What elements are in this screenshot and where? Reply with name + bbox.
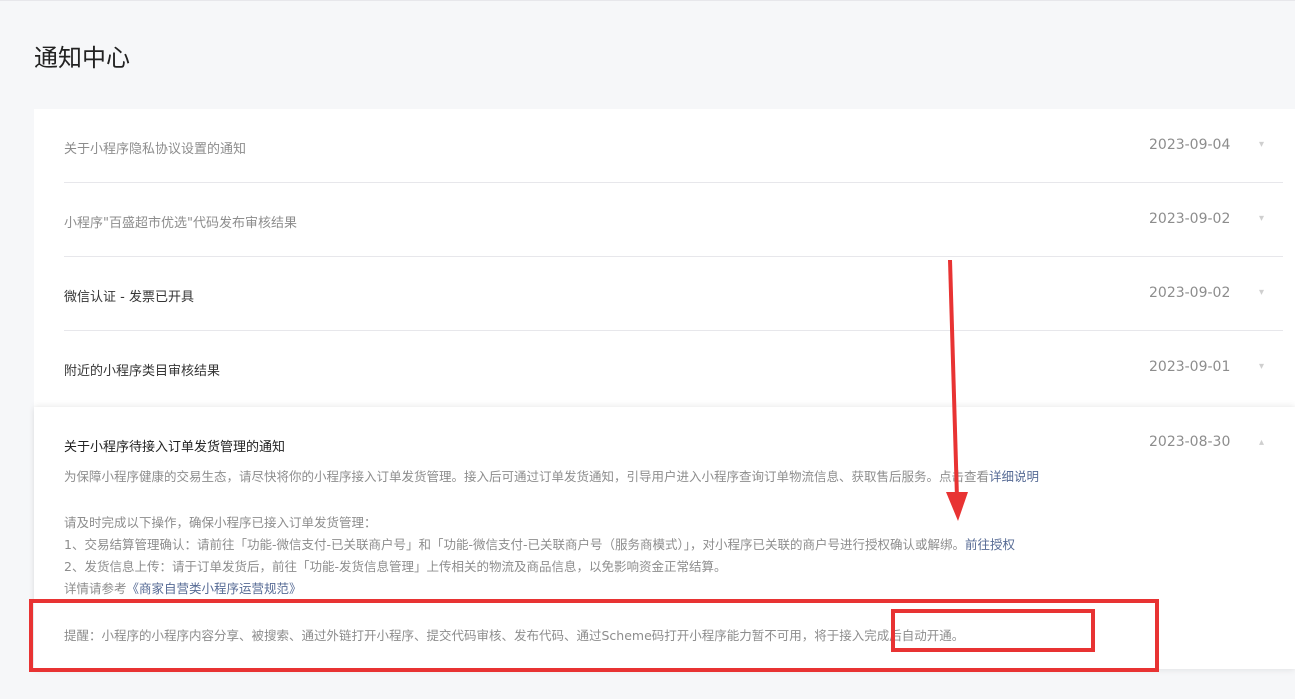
- op1-text: 1、交易结算管理确认：请前往「功能-微信支付-已关联商户号」和「功能-微信支付-…: [64, 537, 965, 552]
- chevron-down-icon[interactable]: ▾: [1259, 288, 1269, 298]
- intro-text: 为保障小程序健康的交易生态，请尽快将你的小程序接入订单发货管理。接入后可通过订单…: [64, 469, 990, 484]
- notice-intro: 为保障小程序健康的交易生态，请尽快将你的小程序接入订单发货管理。接入后可通过订单…: [64, 466, 1039, 485]
- notice-title: 微信认证 - 发票已开具: [64, 290, 194, 305]
- reminder-text: 提醒：小程序的小程序内容分享、被搜索、通过外链打开小程序、提交代码审核、发布代码…: [64, 628, 965, 643]
- notice-title: 小程序"百盛超市优选"代码发布审核结果: [64, 216, 297, 231]
- notice-row[interactable]: 微信认证 - 发票已开具 2023-09-02 ▾: [64, 257, 1283, 331]
- notice-title: 附近的小程序类目审核结果: [64, 364, 221, 379]
- detail-link[interactable]: 详细说明: [989, 469, 1039, 484]
- page-title: 通知中心: [34, 44, 130, 72]
- notice-title[interactable]: 关于小程序待接入订单发货管理的通知: [64, 436, 285, 455]
- notice-date: 2023-09-02: [1149, 211, 1231, 227]
- reference: 详情请参考《商家自营类小程序运营规范》: [64, 578, 302, 597]
- rules-link[interactable]: 《商家自营类小程序运营规范》: [127, 581, 302, 596]
- notice-row[interactable]: 小程序"百盛超市优选"代码发布审核结果 2023-09-02 ▾: [64, 183, 1283, 257]
- authorize-link[interactable]: 前往授权: [965, 537, 1015, 552]
- notice-row[interactable]: 附近的小程序类目审核结果 2023-09-01 ▾: [64, 331, 1283, 405]
- notice-title: 关于小程序隐私协议设置的通知: [64, 142, 247, 157]
- top-divider: [0, 0, 1295, 1]
- op-item: 1、交易结算管理确认：请前往「功能-微信支付-已关联商户号」和「功能-微信支付-…: [64, 534, 1015, 553]
- ops-heading: 请及时完成以下操作，确保小程序已接入订单发货管理：: [64, 515, 377, 530]
- notice-date: 2023-09-02: [1149, 285, 1231, 301]
- chevron-down-icon[interactable]: ▾: [1259, 214, 1269, 224]
- chevron-down-icon[interactable]: ▾: [1259, 362, 1269, 372]
- notice-row[interactable]: 关于小程序隐私协议设置的通知 2023-09-04 ▾: [64, 109, 1283, 183]
- chevron-down-icon[interactable]: ▾: [1259, 140, 1269, 150]
- notice-expanded: 关于小程序待接入订单发货管理的通知 2023-08-30 ▴ 为保障小程序健康的…: [34, 407, 1295, 669]
- ref-prefix: 详情请参考: [64, 581, 127, 596]
- notice-date: 2023-09-01: [1149, 359, 1231, 375]
- op-item: 2、发货信息上传：请于订单发货后，前往「功能-发货信息管理」上传相关的物流及商品…: [64, 559, 727, 574]
- notice-date: 2023-08-30: [1149, 434, 1231, 450]
- chevron-up-icon[interactable]: ▴: [1259, 437, 1264, 448]
- notice-date: 2023-09-04: [1149, 137, 1231, 153]
